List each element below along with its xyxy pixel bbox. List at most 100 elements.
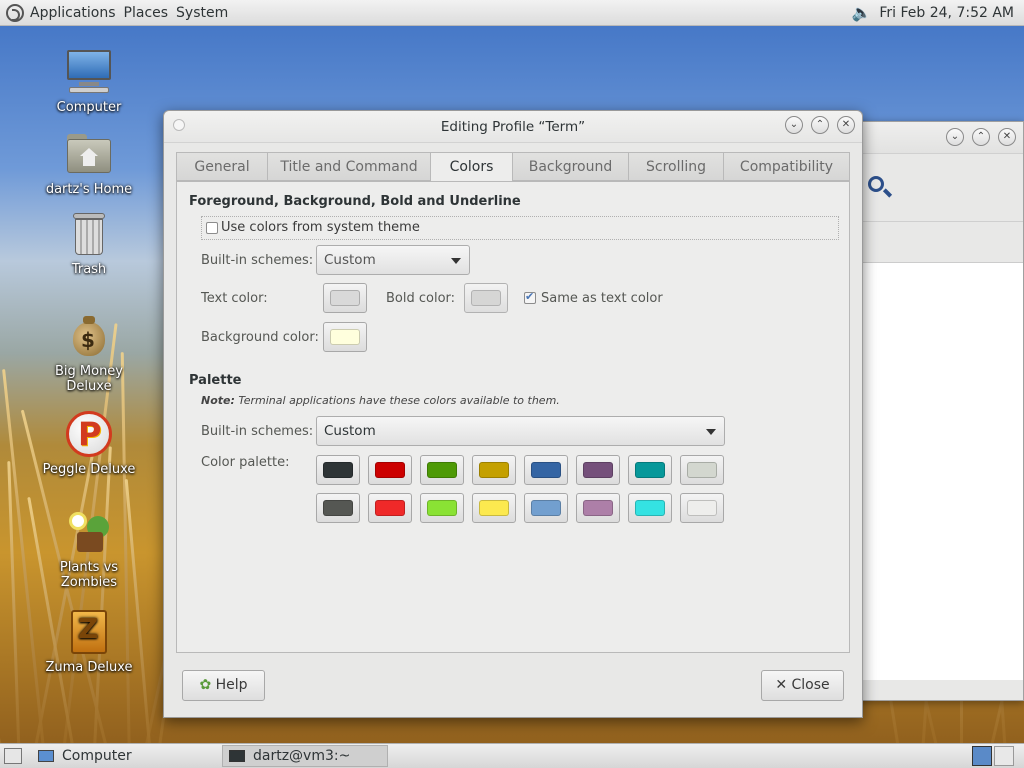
- search-icon-handle: [882, 188, 893, 198]
- palette-color-swatch: [531, 500, 561, 516]
- workspace-1-icon[interactable]: [972, 746, 992, 766]
- volume-icon[interactable]: 🔈: [851, 3, 871, 22]
- terminal-icon: [229, 750, 245, 762]
- close-icon[interactable]: ✕: [837, 116, 855, 134]
- colors-tab-panel: Foreground, Background, Bold and Underli…: [176, 181, 850, 653]
- minimize-icon[interactable]: ⌄: [946, 128, 964, 146]
- palette-color-5-button[interactable]: [524, 455, 568, 485]
- dialog-title: Editing Profile “Term”: [440, 119, 586, 135]
- tab-scrolling[interactable]: Scrolling: [628, 152, 723, 181]
- trash-icon: [65, 210, 113, 258]
- fg-bg-heading: Foreground, Background, Bold and Underli…: [189, 194, 521, 209]
- background-window-titlebar[interactable]: ⌄ ⌃ ✕: [856, 122, 1023, 154]
- background-color-button[interactable]: [323, 322, 367, 352]
- background-window-content: [856, 262, 1023, 680]
- maximize-icon[interactable]: ⌃: [811, 116, 829, 134]
- palette-color-13-button[interactable]: [524, 493, 568, 523]
- use-system-theme-label: Use colors from system theme: [221, 220, 420, 235]
- tab-colors[interactable]: Colors: [430, 152, 512, 183]
- taskbar-item-terminal[interactable]: dartz@vm3:~: [222, 745, 388, 767]
- palette-color-4-button[interactable]: [472, 455, 516, 485]
- use-system-theme-checkbox[interactable]: [206, 222, 218, 234]
- palette-note-bold: Note:: [201, 394, 235, 407]
- tab-compatibility[interactable]: Compatibility: [723, 152, 850, 181]
- close-button-label: Close: [791, 677, 830, 693]
- color-palette-label: Color palette:: [201, 455, 290, 470]
- desktop-icon-trash[interactable]: Trash: [34, 210, 144, 277]
- palette-color-15-button[interactable]: [628, 493, 672, 523]
- menu-applications[interactable]: Applications: [30, 5, 116, 21]
- palette-color-1-button[interactable]: [316, 455, 360, 485]
- palette-heading: Palette: [189, 373, 242, 388]
- palette-color-7-button[interactable]: [628, 455, 672, 485]
- help-button[interactable]: ✿ Help: [182, 670, 265, 701]
- text-color-button[interactable]: [323, 283, 367, 313]
- distro-logo-icon[interactable]: [6, 3, 24, 22]
- palette-color-swatch: [635, 500, 665, 516]
- palette-color-16-button[interactable]: [680, 493, 724, 523]
- bold-color-label: Bold color:: [386, 291, 456, 306]
- close-icon[interactable]: ✕: [998, 128, 1016, 146]
- palette-color-swatch: [323, 500, 353, 516]
- computer-icon: [38, 750, 54, 762]
- fg-builtin-schemes-dropdown[interactable]: Custom: [316, 245, 470, 275]
- minimize-icon[interactable]: ⌄: [785, 116, 803, 134]
- menu-places[interactable]: Places: [124, 5, 169, 21]
- clock[interactable]: Fri Feb 24, 7:52 AM: [879, 5, 1014, 21]
- palette-color-10-button[interactable]: [368, 493, 412, 523]
- show-desktop-icon[interactable]: [4, 748, 22, 764]
- profile-editor-dialog: Editing Profile “Term” ⌄ ⌃ ✕ General Tit…: [163, 110, 863, 718]
- desktop-icon-zuma[interactable]: Z Zuma Deluxe: [34, 608, 144, 675]
- desktop-icon-big-money[interactable]: $ Big Money Deluxe: [34, 312, 144, 394]
- taskbar-item-computer[interactable]: Computer: [32, 745, 192, 767]
- palette-note-text: Terminal applications have these colors …: [234, 394, 560, 407]
- palette-color-12-button[interactable]: [472, 493, 516, 523]
- help-button-label: Help: [215, 677, 248, 693]
- use-system-theme-row[interactable]: Use colors from system theme: [201, 216, 839, 240]
- fg-builtin-schemes-value: Custom: [324, 252, 376, 268]
- text-color-swatch: [330, 290, 360, 306]
- tab-background[interactable]: Background: [512, 152, 628, 181]
- tab-general[interactable]: General: [176, 152, 267, 181]
- palette-builtin-schemes-dropdown[interactable]: Custom: [316, 416, 725, 446]
- desktop-icon-label: Computer: [56, 100, 122, 115]
- palette-color-3-button[interactable]: [420, 455, 464, 485]
- palette-color-2-button[interactable]: [368, 455, 412, 485]
- desktop-icon-label: Trash: [71, 262, 107, 277]
- window-menu-icon[interactable]: [173, 119, 185, 131]
- palette-color-swatch: [427, 500, 457, 516]
- top-panel: Applications Places System 🔈 Fri Feb 24,…: [0, 0, 1024, 26]
- desktop-icon-plants[interactable]: Plants vs Zombies: [34, 508, 144, 590]
- palette-color-swatch: [687, 462, 717, 478]
- palette-color-11-button[interactable]: [420, 493, 464, 523]
- background-window[interactable]: ⌄ ⌃ ✕: [855, 121, 1024, 701]
- desktop-icon-computer[interactable]: Computer: [34, 48, 144, 115]
- bold-color-button[interactable]: [464, 283, 508, 313]
- chevron-down-icon: [706, 429, 716, 435]
- search-icon[interactable]: [868, 176, 884, 192]
- bottom-panel: Computer dartz@vm3:~: [0, 743, 1024, 768]
- peggle-icon: P: [65, 410, 113, 458]
- palette-note: Note: Terminal applications have these c…: [201, 394, 560, 407]
- background-color-swatch: [330, 329, 360, 345]
- maximize-icon[interactable]: ⌃: [972, 128, 990, 146]
- palette-color-9-button[interactable]: [316, 493, 360, 523]
- palette-color-6-button[interactable]: [576, 455, 620, 485]
- close-icon: ✕: [775, 677, 788, 693]
- palette-color-14-button[interactable]: [576, 493, 620, 523]
- menu-system[interactable]: System: [176, 5, 228, 21]
- workspace-2-icon[interactable]: [994, 746, 1014, 766]
- palette-color-swatch: [427, 462, 457, 478]
- dialog-titlebar[interactable]: Editing Profile “Term” ⌄ ⌃ ✕: [164, 111, 862, 143]
- desktop-icon-peggle[interactable]: P Peggle Deluxe: [34, 410, 144, 477]
- palette-color-swatch: [687, 500, 717, 516]
- help-icon: ✿: [199, 677, 212, 693]
- same-as-text-checkbox[interactable]: [524, 290, 536, 304]
- taskbar-item-label: dartz@vm3:~: [253, 748, 351, 764]
- close-button[interactable]: ✕ Close: [761, 670, 844, 701]
- desktop-icon-home[interactable]: dartz's Home: [34, 130, 144, 197]
- background-window-toolbar: [856, 154, 1023, 222]
- palette-color-8-button[interactable]: [680, 455, 724, 485]
- grass-blade: [0, 516, 8, 768]
- tab-title-and-command[interactable]: Title and Command: [267, 152, 430, 181]
